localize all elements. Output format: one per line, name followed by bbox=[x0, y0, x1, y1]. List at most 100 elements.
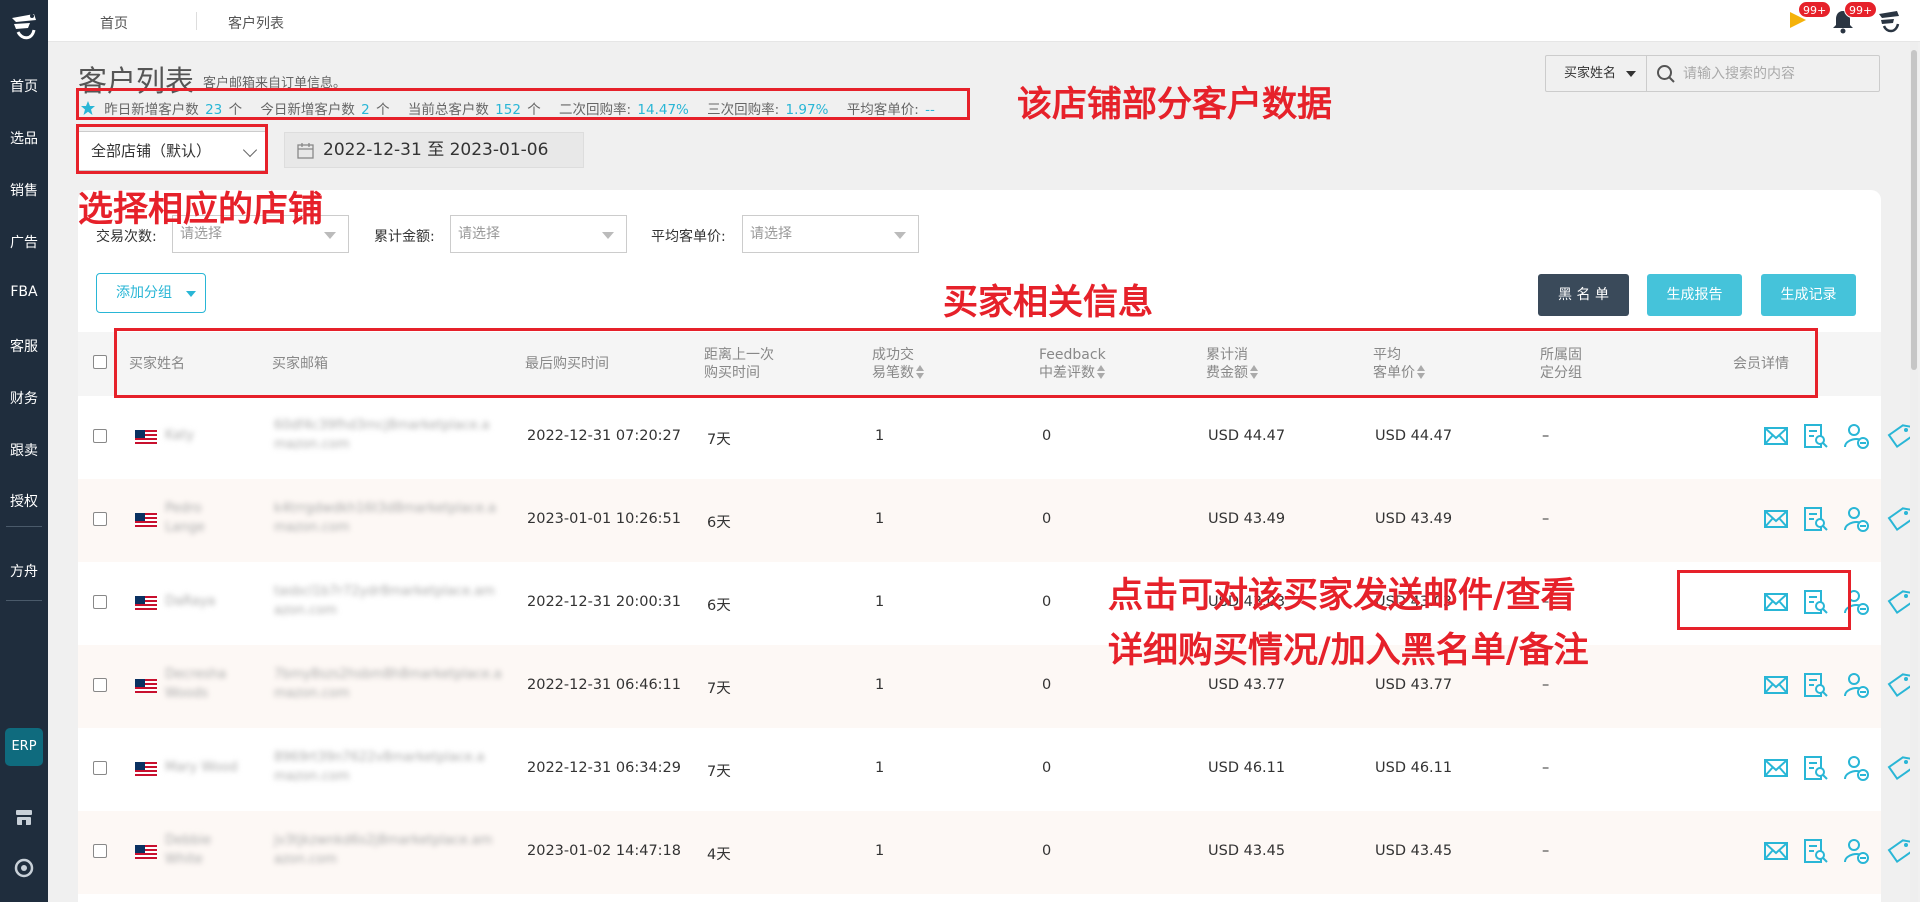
add-to-blacklist-button[interactable] bbox=[1842, 671, 1870, 699]
caret-down-icon bbox=[1626, 71, 1636, 77]
send-email-button[interactable] bbox=[1762, 422, 1790, 450]
search-field-select[interactable]: 买家姓名 bbox=[1546, 56, 1647, 91]
view-purchase-details-button[interactable] bbox=[1801, 837, 1829, 865]
search-field-label: 买家姓名 bbox=[1564, 66, 1617, 81]
order-count: 1 bbox=[875, 428, 885, 444]
add-to-blacklist-button[interactable] bbox=[1842, 837, 1870, 865]
table-row[interactable]: Debbie White jv3tjkzwnkd6s2j8marketplace.a… bbox=[78, 811, 1914, 894]
headset-icon[interactable] bbox=[14, 858, 34, 878]
add-to-blacklist-button[interactable] bbox=[1842, 505, 1870, 533]
order-count: 1 bbox=[875, 511, 885, 527]
since-last-purchase: 7天 bbox=[707, 681, 731, 697]
breadcrumb-current[interactable]: 客户列表 bbox=[228, 13, 284, 33]
sidebar-item-fba[interactable]: FBA bbox=[0, 284, 48, 300]
sidebar-item-sales[interactable]: 销售 bbox=[0, 180, 48, 200]
fixed-group: – bbox=[1542, 511, 1550, 527]
sidebar-item-selection[interactable]: 选品 bbox=[0, 128, 48, 148]
row-checkbox[interactable] bbox=[93, 595, 107, 609]
row-checkbox[interactable] bbox=[93, 512, 107, 526]
annotation-box-actions bbox=[1677, 570, 1851, 630]
add-group-button[interactable]: 添加分组 bbox=[96, 273, 206, 313]
breadcrumb-home[interactable]: 首页 bbox=[100, 13, 128, 33]
add-to-blacklist-button[interactable] bbox=[1842, 422, 1870, 450]
generate-report-button[interactable]: 生成报告 bbox=[1647, 274, 1742, 316]
send-email-button[interactable] bbox=[1762, 754, 1790, 782]
view-purchase-details-button[interactable] bbox=[1801, 754, 1829, 782]
order-count: 1 bbox=[875, 594, 885, 610]
since-last-purchase: 4天 bbox=[707, 847, 731, 863]
order-count: 1 bbox=[875, 677, 885, 693]
total-spend: USD 43.77 bbox=[1208, 677, 1286, 693]
row-checkbox[interactable] bbox=[93, 844, 107, 858]
search-icon[interactable] bbox=[1656, 64, 1676, 84]
buyer-email-line2: mazon.com bbox=[274, 686, 350, 701]
buyer-email: 7bmy8szs2hsbm8h8marketplace.a mazon.com bbox=[274, 665, 502, 703]
view-purchase-details-button[interactable] bbox=[1801, 505, 1829, 533]
buyer-email-line1: tasbcl1b7r72ydr8marketplace.am bbox=[274, 584, 495, 599]
send-email-button[interactable] bbox=[1762, 505, 1790, 533]
buyer-email-line1: k4trrgdwdkh16t3d8marketplace.a bbox=[274, 501, 496, 516]
view-purchase-details-button[interactable] bbox=[1801, 422, 1829, 450]
notification-flag[interactable]: 99+ bbox=[1784, 1, 1832, 34]
select-all-checkbox[interactable] bbox=[93, 355, 107, 369]
buyer-name: Decresha Woods bbox=[165, 665, 226, 703]
logo-icon[interactable] bbox=[8, 10, 40, 44]
since-last-purchase: 6天 bbox=[707, 598, 731, 614]
total-amount-select[interactable]: 请选择 bbox=[450, 215, 627, 253]
buyer-name-line1: Decresha bbox=[165, 667, 227, 682]
table-row[interactable]: Katy 60df4c39fhd3mcj8marketplace.a mazon.c… bbox=[78, 396, 1914, 479]
table-row[interactable]: DaRaya tasbcl1b7r72ydr8marketplace.am azon… bbox=[78, 562, 1914, 645]
table-row[interactable]: Pedro Lange k4trrgdwdkh16t3d8marketplace.a… bbox=[78, 479, 1914, 562]
notification-bell[interactable]: 99+ bbox=[1830, 1, 1878, 34]
last-purchase-time: 2023-01-02 14:47:18 bbox=[527, 843, 681, 859]
caret-down-icon bbox=[894, 232, 906, 239]
sidebar-item-fangzhou[interactable]: 方舟 bbox=[0, 561, 48, 581]
scrollbar-thumb[interactable] bbox=[1911, 50, 1917, 370]
buyer-name: Mary Wood bbox=[165, 758, 238, 777]
table-row[interactable]: Decresha Woods 7bmy8szs2hsbm8h8marketplace… bbox=[78, 645, 1914, 728]
total-spend: USD 43.49 bbox=[1208, 511, 1286, 527]
store-icon[interactable] bbox=[14, 807, 34, 827]
search-input[interactable] bbox=[1683, 57, 1873, 90]
table-row[interactable]: Mary Wood 8969rt39n7622v8marketplace.a maz… bbox=[78, 728, 1914, 811]
us-flag-icon bbox=[135, 513, 157, 527]
send-email-button[interactable] bbox=[1762, 671, 1790, 699]
date-range-value: 2022-12-31 至 2023-01-06 bbox=[323, 140, 549, 160]
fixed-group: – bbox=[1542, 843, 1550, 859]
sidebar-item-auth[interactable]: 授权 bbox=[0, 491, 48, 511]
calendar-icon bbox=[297, 143, 314, 159]
sidebar-item-service[interactable]: 客服 bbox=[0, 336, 48, 356]
user-avatar-icon[interactable] bbox=[1876, 8, 1902, 34]
sidebar-item-erp[interactable]: ERP bbox=[5, 728, 43, 766]
avg-price-select[interactable]: 请选择 bbox=[742, 215, 919, 253]
sidebar-item-finance[interactable]: 财务 bbox=[0, 388, 48, 408]
buyer-email-line1: jv3tjkzwnkd6s2j8marketplace.am bbox=[274, 833, 493, 848]
buyer-email-line2: azon.com bbox=[274, 852, 337, 867]
search-bar: 买家姓名 bbox=[1545, 55, 1880, 92]
report-icon bbox=[1804, 507, 1828, 531]
view-purchase-details-button[interactable] bbox=[1801, 671, 1829, 699]
sidebar-item-ads[interactable]: 广告 bbox=[0, 232, 48, 252]
annotation-select-store: 选择相应的店铺 bbox=[78, 190, 324, 230]
blacklist-button[interactable]: 黑 名 单 bbox=[1538, 274, 1629, 316]
row-checkbox[interactable] bbox=[93, 678, 107, 692]
scrollbar[interactable] bbox=[1910, 42, 1918, 902]
feedback-count: 0 bbox=[1042, 677, 1052, 693]
flag-badge: 99+ bbox=[1798, 1, 1832, 18]
caret-down-icon bbox=[602, 232, 614, 239]
buyer-name: Katy bbox=[165, 426, 194, 445]
order-count: 1 bbox=[875, 760, 885, 776]
sidebar-item-home[interactable]: 首页 bbox=[0, 76, 48, 96]
generate-record-button[interactable]: 生成记录 bbox=[1761, 274, 1856, 316]
send-email-button[interactable] bbox=[1762, 837, 1790, 865]
annotation-buyer-info: 买家相关信息 bbox=[943, 283, 1154, 323]
sidebar-item-follow[interactable]: 跟卖 bbox=[0, 440, 48, 460]
buyer-email: 8969rt39n7622v8marketplace.a mazon.com bbox=[274, 748, 485, 786]
mail-icon bbox=[1764, 759, 1788, 777]
date-range-picker[interactable]: 2022-12-31 至 2023-01-06 bbox=[284, 132, 584, 168]
row-checkbox[interactable] bbox=[93, 761, 107, 775]
user-block-icon bbox=[1844, 839, 1869, 864]
add-to-blacklist-button[interactable] bbox=[1842, 754, 1870, 782]
row-checkbox[interactable] bbox=[93, 429, 107, 443]
order-count: 1 bbox=[875, 843, 885, 859]
